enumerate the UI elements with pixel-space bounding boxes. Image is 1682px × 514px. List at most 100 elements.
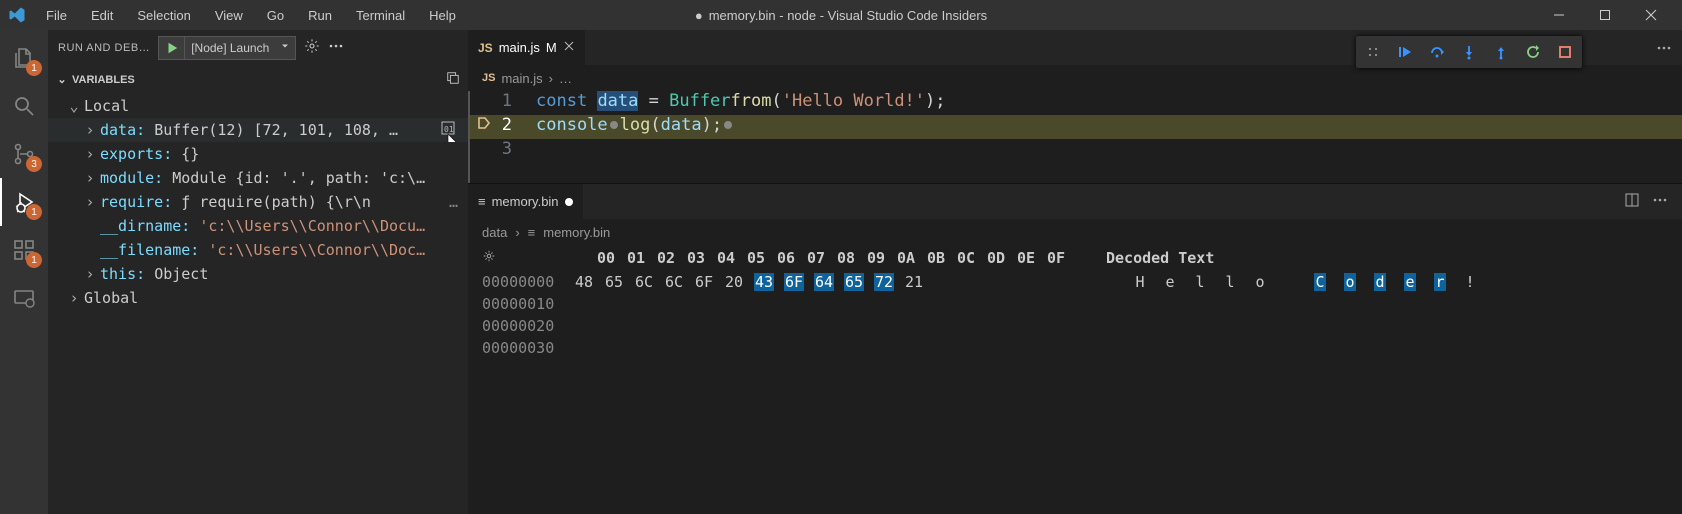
tab-scm-status: M [546, 40, 557, 55]
hex-byte[interactable]: 6F [784, 273, 804, 291]
hex-char[interactable]: H [1134, 273, 1146, 291]
more-icon[interactable] [1652, 192, 1668, 211]
section-title: VARIABLES [72, 74, 135, 86]
breadcrumb-data[interactable]: data [482, 225, 507, 240]
menu-view[interactable]: View [205, 4, 253, 27]
code-line[interactable]: consolelog(data); [528, 115, 734, 135]
activity-search[interactable] [0, 82, 48, 130]
breadcrumb-rest[interactable]: … [559, 71, 572, 86]
more-icon[interactable]: … [449, 193, 458, 211]
chevron-down-icon[interactable] [275, 40, 295, 55]
hex-row[interactable]: 00000020 [482, 315, 1668, 337]
hex-data[interactable]: 0000000048656C6C6F20436F64657221Hello Co… [468, 271, 1682, 359]
hex-offset: 00000030 [482, 339, 554, 357]
activity-debug[interactable]: 1 [0, 178, 48, 226]
hex-char[interactable]: e [1404, 273, 1416, 291]
start-debug-icon[interactable] [159, 37, 185, 59]
more-icon[interactable] [1656, 40, 1672, 59]
maximize-button[interactable] [1582, 0, 1628, 30]
launch-config-selector[interactable]: [Node] Launch [158, 36, 296, 60]
more-icon[interactable] [328, 38, 344, 57]
close-icon[interactable] [563, 40, 575, 55]
hex-byte[interactable]: 6C [634, 273, 654, 291]
menu-go[interactable]: Go [257, 4, 294, 27]
activity-remote[interactable] [0, 274, 48, 322]
file-icon: ≡ [478, 194, 486, 209]
step-over-button[interactable] [1422, 38, 1452, 66]
debug-badge: 1 [26, 204, 42, 220]
breadcrumb-file[interactable]: memory.bin [543, 225, 610, 240]
activity-extensions[interactable]: 1 [0, 226, 48, 274]
hex-byte[interactable]: 65 [604, 273, 624, 291]
menu-terminal[interactable]: Terminal [346, 4, 415, 27]
hex-row[interactable]: 0000000048656C6C6F20436F64657221Hello Co… [482, 271, 1668, 293]
hex-byte[interactable]: 6F [694, 273, 714, 291]
hex-byte[interactable]: 65 [844, 273, 864, 291]
menu-help[interactable]: Help [419, 4, 466, 27]
js-file-icon: JS [482, 72, 495, 84]
activity-scm[interactable]: 3 [0, 130, 48, 178]
variable-module[interactable]: ›module: Module {id: '.', path: 'c:\… [48, 166, 468, 190]
hex-byte[interactable]: 48 [574, 273, 594, 291]
scope-global[interactable]: ›Global [48, 286, 468, 310]
menu-selection[interactable]: Selection [127, 4, 200, 27]
hex-char[interactable]: o [1344, 273, 1356, 291]
gear-icon[interactable] [304, 38, 320, 57]
menu-file[interactable]: File [36, 4, 77, 27]
activity-explorer[interactable]: 1 [0, 34, 48, 82]
hex-char[interactable]: l [1224, 273, 1236, 291]
variable-dirname[interactable]: __dirname: 'c:\\Users\\Connor\\Docu… [48, 214, 468, 238]
hex-char[interactable]: e [1164, 273, 1176, 291]
menu-edit[interactable]: Edit [81, 4, 123, 27]
menu-run[interactable]: Run [298, 4, 342, 27]
hex-char[interactable]: l [1194, 273, 1206, 291]
hex-byte[interactable]: 64 [814, 273, 834, 291]
debug-toolbar[interactable] [1356, 36, 1582, 68]
gear-icon[interactable] [482, 249, 496, 267]
hex-row[interactable]: 00000010 [482, 293, 1668, 315]
hex-byte[interactable]: 43 [754, 273, 774, 291]
minimize-button[interactable] [1536, 0, 1582, 30]
hex-breadcrumb[interactable]: data › ≡ memory.bin [468, 219, 1682, 245]
tab-main-js[interactable]: JS main.js M [468, 30, 585, 65]
split-editor-icon[interactable] [1624, 192, 1640, 211]
variables-section-header[interactable]: ⌄VARIABLES [48, 65, 468, 94]
breadcrumb-file[interactable]: main.js [501, 71, 542, 86]
continue-button[interactable] [1390, 38, 1420, 66]
scope-local[interactable]: ⌄Local [48, 94, 468, 118]
code-line[interactable]: const data = Bufferfrom('Hello World!'); [528, 91, 946, 111]
line-number: 2 [494, 115, 512, 135]
hex-byte[interactable]: 21 [904, 273, 924, 291]
variable-this[interactable]: ›this: Object [48, 262, 468, 286]
hex-char[interactable] [1284, 273, 1296, 291]
dirty-indicator-icon [565, 198, 573, 206]
collapse-all-icon[interactable] [446, 71, 460, 88]
restart-button[interactable] [1518, 38, 1548, 66]
hex-byte[interactable]: 72 [874, 273, 894, 291]
hex-row[interactable]: 00000030 [482, 337, 1668, 359]
step-into-button[interactable] [1454, 38, 1484, 66]
step-out-button[interactable] [1486, 38, 1516, 66]
hex-char[interactable]: r [1434, 273, 1446, 291]
tab-memory-bin[interactable]: ≡ memory.bin [468, 184, 583, 219]
variable-filename[interactable]: __filename: 'c:\\Users\\Connor\\Doc… [48, 238, 468, 262]
sidebar-title: RUN AND DEB… [58, 42, 150, 54]
drag-handle-icon[interactable] [1358, 38, 1388, 66]
variable-require[interactable]: ›require: ƒ require(path) {\r\n… [48, 190, 468, 214]
hex-byte[interactable]: 20 [724, 273, 744, 291]
close-button[interactable] [1628, 0, 1674, 30]
variable-data[interactable]: › data: Buffer(12) [72, 101, 108, … 01 [48, 118, 468, 142]
hex-col: 02 [656, 249, 676, 267]
variable-exports[interactable]: ›exports: {} [48, 142, 468, 166]
hex-col: 03 [686, 249, 706, 267]
code-editor[interactable]: 1 const data = Bufferfrom('Hello World!'… [468, 91, 1682, 183]
var-value: ƒ require(path) {\r\n [181, 193, 371, 211]
hex-char[interactable]: o [1254, 273, 1266, 291]
hex-byte[interactable]: 6C [664, 273, 684, 291]
hex-char[interactable]: C [1314, 273, 1326, 291]
hex-char[interactable]: ! [1464, 273, 1476, 291]
breadcrumb[interactable]: JS main.js › … [468, 65, 1682, 91]
stop-button[interactable] [1550, 38, 1580, 66]
hex-char[interactable]: d [1374, 273, 1386, 291]
line-number: 1 [494, 91, 512, 111]
